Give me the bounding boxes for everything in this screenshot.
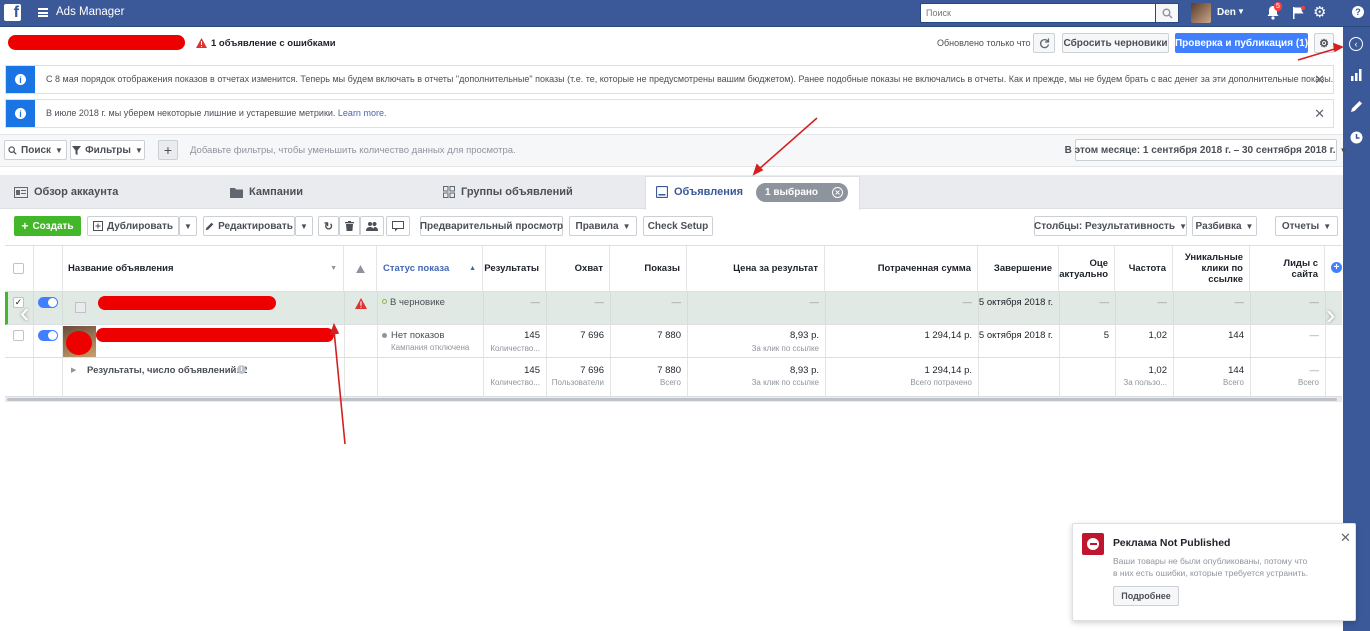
toast-notification: Реклама Not Published Ваши товары не был… <box>1072 523 1356 621</box>
close-icon[interactable]: ✕ <box>1340 530 1351 546</box>
toast-body: Ваши товары не были опубликованы, потому… <box>1113 556 1309 578</box>
toast-title: Реклама Not Published <box>1113 537 1231 549</box>
error-icon <box>1082 533 1104 555</box>
learn-more-button[interactable]: Подробнее <box>1113 586 1179 606</box>
